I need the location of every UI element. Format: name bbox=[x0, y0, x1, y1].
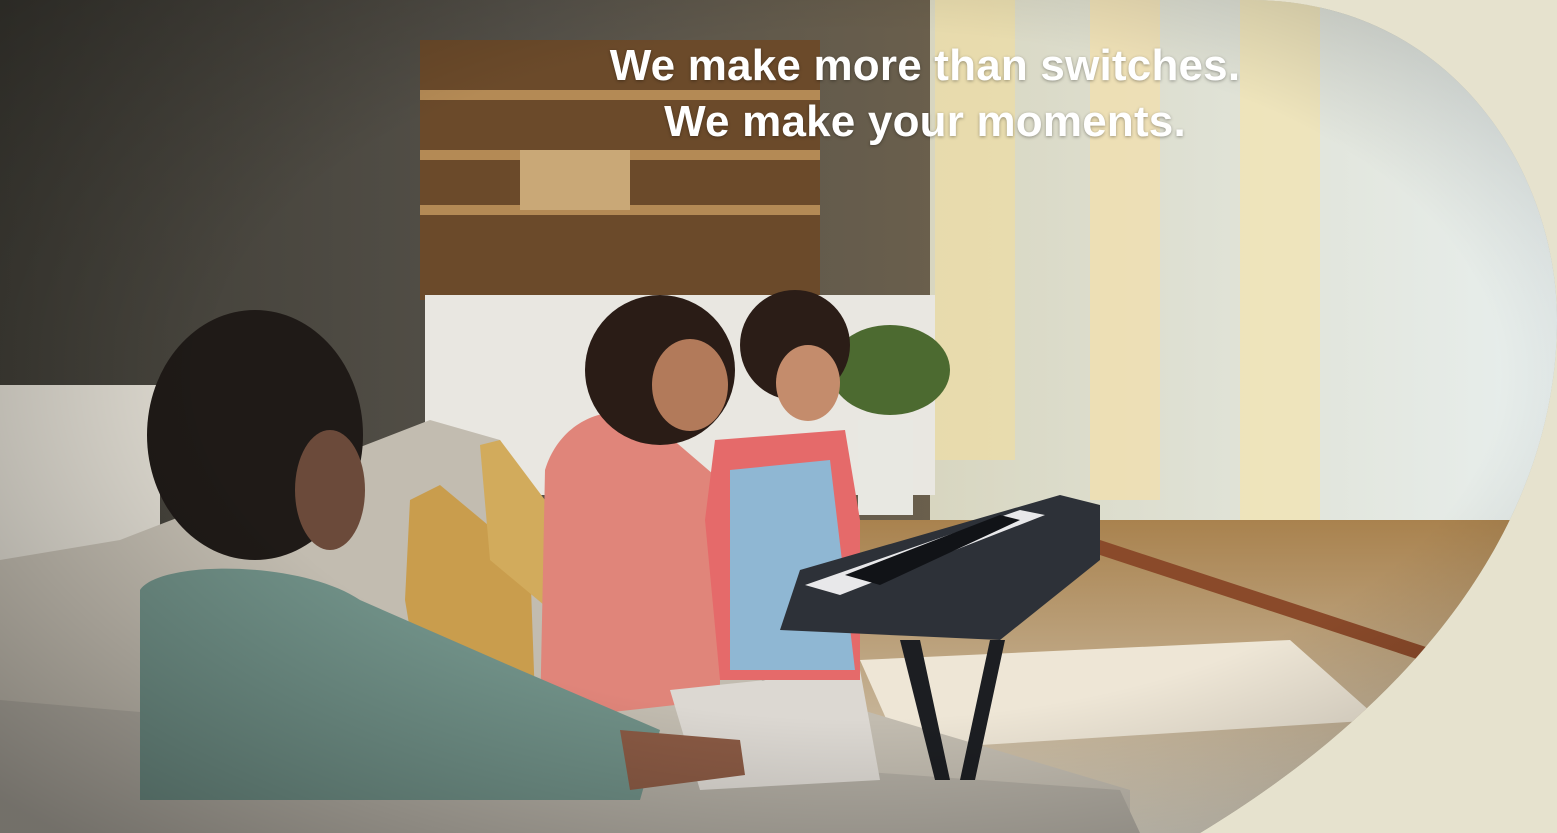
hero-banner: We make more than switches. We make your… bbox=[0, 0, 1557, 833]
headline-line-2: We make your moments. bbox=[664, 97, 1186, 146]
headline-line-1: We make more than switches. bbox=[609, 41, 1241, 90]
headline: We make more than switches. We make your… bbox=[560, 38, 1290, 150]
